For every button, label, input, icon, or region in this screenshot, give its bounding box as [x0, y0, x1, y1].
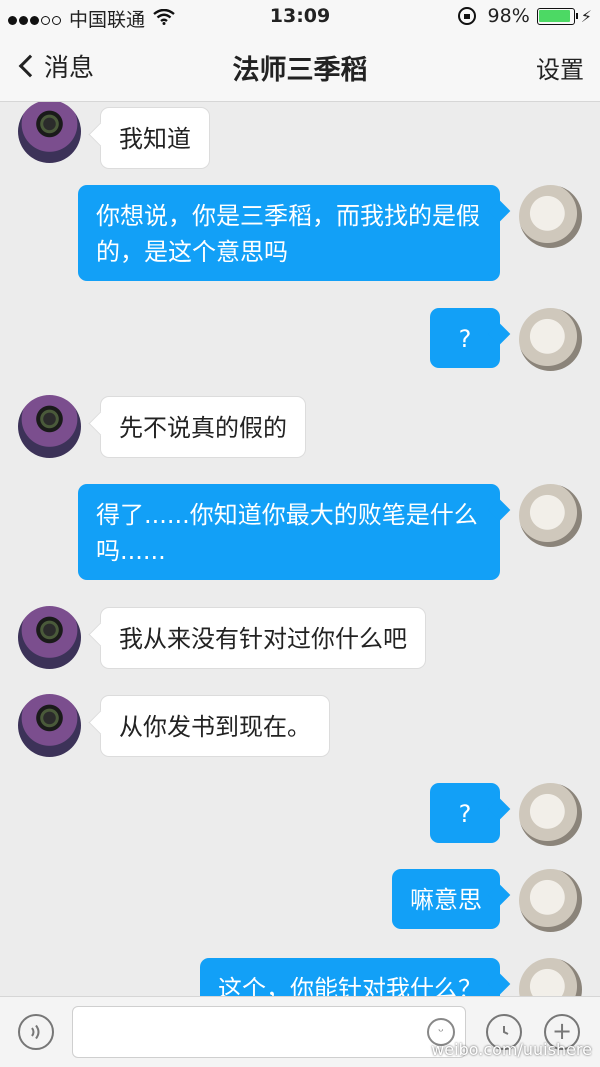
- battery-icon: [536, 7, 578, 25]
- message-bubble-incoming[interactable]: 我从来没有针对过你什么吧: [100, 607, 426, 669]
- message-bubble-incoming[interactable]: 先不说真的假的: [100, 396, 306, 458]
- navigation-bar: 消息 法师三季稻 设置: [0, 34, 600, 102]
- self-avatar[interactable]: [519, 308, 582, 371]
- message-bubble-outgoing[interactable]: ?: [430, 308, 500, 368]
- conversation-title: 法师三季稻: [232, 55, 368, 86]
- contact-avatar[interactable]: [18, 694, 81, 757]
- message-bubble-incoming[interactable]: 从你发书到现在。: [100, 695, 330, 757]
- status-right: 98% ⚡: [457, 5, 592, 27]
- self-avatar[interactable]: [519, 484, 582, 547]
- contact-avatar[interactable]: [18, 102, 81, 163]
- message-bubble-outgoing[interactable]: 得了......你知道你最大的败笔是什么吗......: [78, 484, 500, 580]
- self-avatar[interactable]: [519, 869, 582, 932]
- message-bubble-outgoing[interactable]: 嘛意思: [392, 869, 500, 929]
- contact-avatar[interactable]: [18, 395, 81, 458]
- message-bubble-outgoing[interactable]: ?: [430, 783, 500, 843]
- message-bubble-outgoing[interactable]: 你想说，你是三季稻，而我找的是假的，是这个意思吗: [78, 185, 500, 281]
- message-bubble-outgoing[interactable]: 这个，你能针对我什么？: [200, 958, 500, 996]
- settings-button[interactable]: 设置: [536, 50, 584, 85]
- message-input[interactable]: ᵕ: [72, 1006, 466, 1058]
- message-bubble-incoming[interactable]: 我知道: [100, 107, 210, 169]
- watermark: weibo.com/uuishere: [431, 1040, 592, 1059]
- contact-avatar[interactable]: [18, 606, 81, 669]
- battery-percent: 98%: [487, 5, 530, 27]
- status-bar: 中国联通 13:09 98% ⚡: [0, 0, 600, 34]
- self-avatar[interactable]: [519, 783, 582, 846]
- chat-message-list[interactable]: 我知道 你想说，你是三季稻，而我找的是假的，是这个意思吗 ? 先不说真的假的 得…: [0, 102, 600, 996]
- battery-fill: [539, 10, 570, 22]
- charging-bolt-icon: ⚡: [580, 6, 592, 26]
- rotation-lock-icon: [457, 7, 476, 25]
- self-avatar[interactable]: [519, 958, 582, 996]
- voice-icon[interactable]: [18, 1014, 54, 1050]
- self-avatar[interactable]: [519, 185, 582, 248]
